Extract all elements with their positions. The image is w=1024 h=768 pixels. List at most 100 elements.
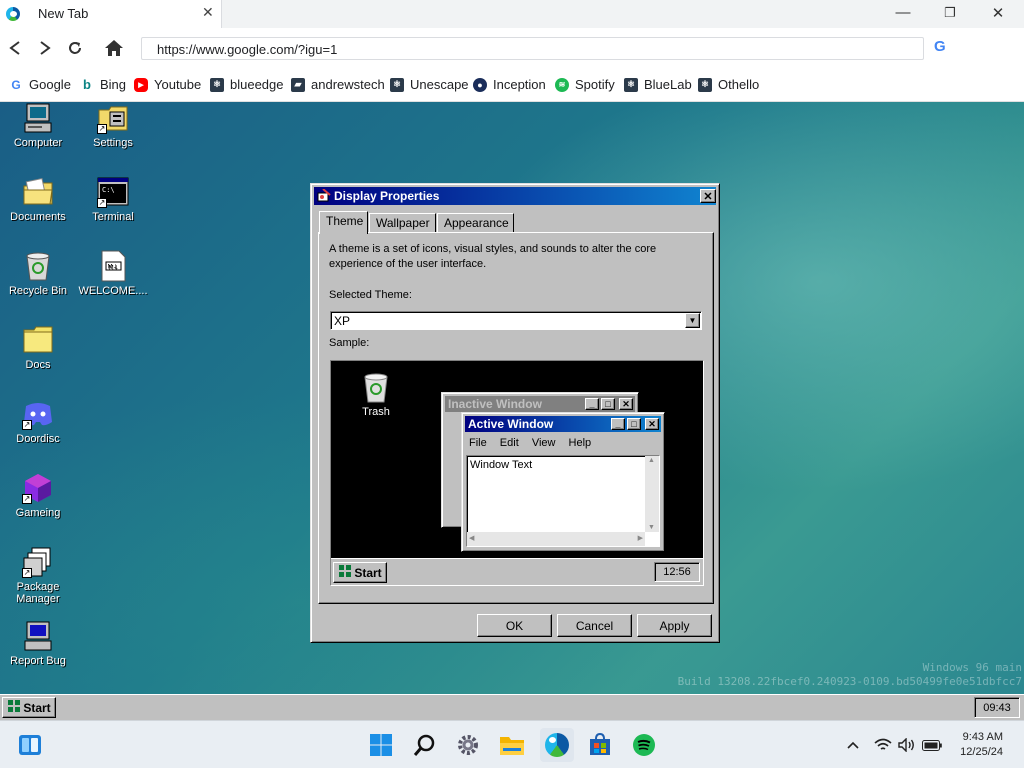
bookmark-blueedge[interactable]: ⚛ blueedge [210,77,284,92]
bookmark-label: BlueLab [644,77,692,92]
shortcut-arrow-icon: ↗ [97,124,107,134]
desktop-icon-settings[interactable]: ↗ Settings [76,102,150,149]
bookmark-youtube[interactable]: ▶ Youtube [134,77,201,92]
desktop-icon-docs[interactable]: Docs [1,324,75,371]
back-icon[interactable] [5,38,25,58]
sample-taskbar: Start 12:56 [331,558,703,585]
desktop-icon-label: Doordisc [16,433,60,445]
terminal-icon: C:\ ↗ [97,176,129,208]
store-icon[interactable] [585,730,615,760]
tab-theme[interactable]: Theme [319,211,368,234]
bookmark-bing[interactable]: b Bing [80,77,126,92]
spotify-taskbar-icon[interactable] [629,730,659,760]
display-properties-window: Display Properties ✕ Theme Wallpaper App… [310,183,720,643]
forward-icon[interactable] [35,38,55,58]
close-icon: ✕ [619,398,633,410]
bookmark-othello[interactable]: ⚛ Othello [698,77,759,92]
search-icon[interactable] [410,730,440,760]
tab-label: Appearance [444,216,509,230]
tab-wallpaper[interactable]: Wallpaper [369,213,436,233]
bookmark-label: Bing [100,77,127,92]
win96-taskbar: Start 09:43 [0,694,1024,720]
sample-clock: 12:56 [654,562,700,582]
sample-menu-bar: File Edit View Help [469,437,601,449]
sample-menu-help: Help [568,437,592,449]
theme-select-value: XP [334,314,351,328]
desktop-icon-label: Recycle Bin [8,285,68,297]
bookmark-label: Youtube [154,77,202,92]
sample-menu-edit: Edit [499,437,519,449]
settings-gear-icon[interactable] [453,730,483,760]
desktop-icon-recycle-bin[interactable]: Recycle Bin [1,250,75,297]
theme-select[interactable]: XP ▼ [330,311,702,330]
file-explorer-icon[interactable] [497,730,527,760]
edge-taskbar-icon[interactable] [540,728,574,762]
desktop-icon-computer[interactable]: Computer [1,102,75,149]
bookmarks-bar: G Google b Bing ▶ Youtube ⚛ blueedge ▰ a… [0,68,1024,102]
volume-icon[interactable] [896,730,918,760]
system-clock[interactable]: 9:43 AM 12/25/24 [953,730,1003,760]
apply-button[interactable]: Apply [637,614,712,637]
recycle-bin-icon [364,373,388,403]
address-bar[interactable]: https://www.google.com/?igu=1 [141,37,924,60]
tab-title: New Tab [38,6,89,21]
widgets-icon[interactable] [15,730,45,760]
tab-appearance[interactable]: Appearance [437,213,514,233]
windows-taskbar: 9:43 AM 12/25/24 [0,720,1024,768]
dialog-close-button[interactable]: ✕ [700,189,716,203]
google-icon[interactable]: G [934,38,946,55]
bookmark-unescape[interactable]: ⚛ Unescape [390,77,469,92]
display-properties-icon [317,188,331,206]
home-icon[interactable] [104,38,124,58]
build-watermark: Windows 96 main Build 13208.22fbcef0.240… [678,661,1022,689]
bookmark-bluelab[interactable]: ⚛ BlueLab [624,77,692,92]
ok-button[interactable]: OK [477,614,552,637]
cancel-button[interactable]: Cancel [557,614,632,637]
battery-icon[interactable] [920,730,944,760]
andrewstech-icon: ▰ [291,77,305,92]
close-icon: ✕ [645,418,659,430]
chevron-up-icon[interactable] [843,730,863,760]
windows-flag-icon [338,564,352,581]
scroll-down-icon: ▼ [648,524,655,531]
edge-icon [6,7,20,21]
desktop-icon-label: Report Bug [10,655,66,667]
dialog-titlebar[interactable]: Display Properties ✕ [314,187,716,205]
minimize-icon[interactable]: — [891,4,915,21]
tab-close-icon[interactable]: ✕ [202,4,214,21]
build-number: Build 13208.22fbcef0.240923-0109.bd50499… [677,675,1022,688]
url-text: https://www.google.com/?igu=1 [157,42,338,57]
sample-label: Sample: [329,337,370,349]
desktop-icon-welcome[interactable]: M↓ WELCOME.... [76,250,150,297]
bookmark-google[interactable]: G Google [9,77,71,92]
active-window-titlebar: Active Window _ □ ✕ [465,416,661,432]
restore-icon[interactable]: ❐ [938,5,962,21]
inception-icon: ● [473,77,487,92]
desktop-icon-terminal[interactable]: C:\ ↗ Terminal [76,176,150,223]
desktop-icon-documents[interactable]: Documents [1,176,75,223]
shortcut-arrow-icon: ↗ [97,198,107,208]
start-button[interactable]: Start [2,697,56,718]
windows-start-icon[interactable] [366,730,396,760]
sample-menu-file: File [469,437,487,449]
bookmark-andrewstech[interactable]: ▰ andrewstech [291,77,385,92]
window-close-icon[interactable]: ✕ [986,4,1010,22]
bookmark-label: Othello [718,77,760,92]
desktop-icon-package-manager[interactable]: ↗ Package Manager [1,546,75,605]
desktop-icon-label: Gameing [15,507,61,519]
spotify-icon: ≋ [555,77,569,92]
bookmark-inception[interactable]: ● Inception [473,77,546,92]
tab-label: Theme [326,214,364,228]
reload-icon[interactable] [65,38,85,58]
desktop-icon-report-bug[interactable]: Report Bug [1,620,75,667]
sample-menu-view: View [531,437,556,449]
browser-tab[interactable]: New Tab ✕ [0,0,222,28]
wifi-icon[interactable] [872,730,894,760]
theme-description: A theme is a set of icons, visual styles… [329,243,657,270]
bookmark-label: Google [29,77,71,92]
bookmark-spotify[interactable]: ≋ Spotify [555,77,615,92]
desktop-icon-doordisc[interactable]: ↗ Doordisc [1,398,75,445]
minimize-icon: _ [585,398,599,410]
dropdown-arrow-icon[interactable]: ▼ [685,313,700,328]
desktop-icon-gameing[interactable]: ↗ Gameing [1,472,75,519]
